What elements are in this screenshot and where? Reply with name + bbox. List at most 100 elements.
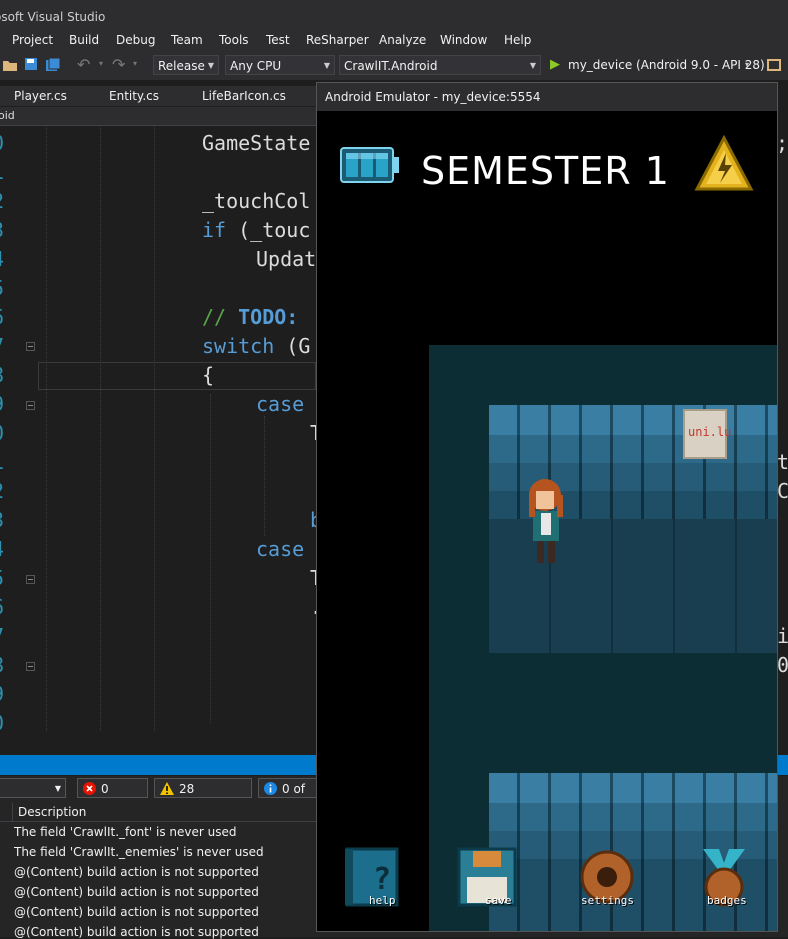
line-number: 2 bbox=[0, 189, 4, 213]
fold-toggle[interactable] bbox=[26, 401, 35, 410]
menu-window[interactable]: Window bbox=[440, 33, 487, 47]
toolbar: ↶ ▾ ↷ ▾ Release ▼ Any CPU ▼ CrawlIT.Androi… bbox=[0, 52, 788, 80]
indent-guide bbox=[46, 126, 48, 731]
messages-filter-button[interactable]: 0 of 2 bbox=[258, 778, 316, 816]
redo-icon[interactable]: ↷ bbox=[112, 55, 125, 74]
scope-select[interactable]: ▼ bbox=[0, 778, 66, 798]
menu-project[interactable]: Project bbox=[12, 33, 53, 47]
play-icon[interactable]: ▶ bbox=[550, 57, 560, 72]
document-tabs: Player.cs Entity.cs LifeBarIcon.cs bbox=[0, 86, 316, 106]
configuration-value: Release bbox=[158, 59, 205, 73]
menu-resharper[interactable]: ReSharper bbox=[306, 33, 369, 47]
navigation-bar: oid bbox=[0, 107, 316, 126]
run-dropdown-icon[interactable]: ▾ bbox=[745, 60, 749, 69]
line-number: 8 bbox=[0, 653, 4, 677]
code-line: Updat bbox=[256, 247, 317, 271]
warnings-filter-button[interactable]: 28 Warnings bbox=[154, 778, 252, 816]
line-number: 5 bbox=[0, 276, 4, 300]
tab-player[interactable]: Player.cs bbox=[14, 89, 67, 103]
error-list-row[interactable]: @(Content) build action is not supported bbox=[14, 885, 259, 899]
keyword: switch bbox=[202, 334, 275, 358]
error-list-row[interactable]: The field 'CrawlIt._enemies' is never us… bbox=[14, 845, 264, 859]
menu-build[interactable]: Build bbox=[69, 33, 99, 47]
menu-tools[interactable]: Tools bbox=[219, 33, 249, 47]
code-text: (_touc bbox=[226, 218, 311, 242]
code-line: GameState bbox=[202, 131, 311, 155]
undo-dropdown-icon[interactable]: ▾ bbox=[99, 59, 103, 68]
wall-top bbox=[489, 405, 777, 435]
warning-icon[interactable] bbox=[694, 135, 754, 193]
uni-lu-sign[interactable]: uni.lu bbox=[683, 409, 731, 459]
error-list-row[interactable]: The field 'CrawlIt._font' is never used bbox=[14, 825, 236, 839]
code-line: case bbox=[256, 392, 305, 416]
undo-icon[interactable]: ↶ bbox=[77, 55, 90, 74]
tab-lifebaricon[interactable]: LifeBarIcon.cs bbox=[202, 89, 286, 103]
fold-toggle[interactable] bbox=[26, 575, 35, 584]
save-button[interactable]: save bbox=[457, 847, 519, 909]
wall-top bbox=[489, 773, 777, 803]
settings-button[interactable]: settings bbox=[579, 847, 641, 909]
wall-bricks bbox=[489, 435, 777, 463]
line-number: 3 bbox=[0, 218, 4, 242]
code-fragment: i bbox=[777, 624, 788, 648]
errors-filter-button[interactable]: 0 Errors bbox=[77, 778, 148, 816]
badges-button[interactable]: badges bbox=[693, 847, 763, 909]
line-number: 4 bbox=[0, 247, 4, 271]
line-number: 7 bbox=[0, 624, 4, 648]
menu-analyze[interactable]: Analyze bbox=[379, 33, 426, 47]
error-list-header: Description bbox=[0, 803, 316, 822]
project-dropdown[interactable]: oid bbox=[0, 109, 15, 122]
line-number: 0 bbox=[0, 131, 4, 155]
menu-team[interactable]: Team bbox=[171, 33, 203, 47]
chevron-down-icon: ▼ bbox=[207, 61, 214, 70]
save-icon[interactable] bbox=[24, 57, 38, 73]
line-number: 0 bbox=[0, 421, 4, 445]
platform-value: Any CPU bbox=[230, 59, 282, 73]
line-number: 4 bbox=[0, 537, 4, 561]
tab-entity[interactable]: Entity.cs bbox=[109, 89, 159, 103]
player-character[interactable] bbox=[523, 477, 569, 569]
line-number: 1 bbox=[0, 160, 4, 184]
code-line: switch (G bbox=[202, 334, 310, 358]
indent-guide bbox=[100, 126, 102, 731]
save-all-icon[interactable] bbox=[45, 57, 61, 73]
run-target-button[interactable]: my_device (Android 9.0 - API 28) bbox=[568, 58, 765, 72]
platform-select[interactable]: Any CPU ▼ bbox=[225, 55, 335, 75]
line-number: 9 bbox=[0, 682, 4, 706]
error-list-row[interactable]: @(Content) build action is not supported bbox=[14, 905, 259, 919]
line-number: 3 bbox=[0, 508, 4, 532]
error-icon bbox=[83, 782, 96, 795]
svg-text:?: ? bbox=[373, 862, 391, 897]
startup-project-select[interactable]: CrawlIT.Android ▼ bbox=[339, 55, 541, 75]
current-line-highlight bbox=[38, 362, 316, 390]
line-number: 1 bbox=[0, 450, 4, 474]
column-divider bbox=[12, 803, 13, 821]
chevron-down-icon: ▼ bbox=[323, 61, 330, 70]
menu-debug[interactable]: Debug bbox=[116, 33, 155, 47]
window-title: osoft Visual Studio bbox=[0, 10, 106, 24]
redo-dropdown-icon[interactable]: ▾ bbox=[133, 59, 137, 68]
error-list-row[interactable]: @(Content) build action is not supported bbox=[14, 865, 259, 879]
fold-toggle[interactable] bbox=[26, 662, 35, 671]
line-number: 2 bbox=[0, 479, 4, 503]
configuration-select[interactable]: Release ▼ bbox=[153, 55, 219, 75]
startup-project-value: CrawlIT.Android bbox=[344, 59, 438, 73]
code-line: // TODO: bbox=[202, 305, 298, 329]
battery-icon bbox=[340, 147, 399, 183]
game-screen[interactable]: SEMESTER 1 uni.lu ? help save settings b… bbox=[317, 111, 777, 931]
code-line: _touchCol bbox=[202, 189, 311, 213]
emulator-title-bar[interactable]: Android Emulator - my_device:5554 bbox=[317, 83, 777, 111]
menu-test[interactable]: Test bbox=[266, 33, 290, 47]
indent-guide bbox=[264, 416, 266, 536]
solution-explorer-icon[interactable] bbox=[766, 57, 782, 73]
code-line: if (_touc bbox=[202, 218, 310, 242]
indent-guide bbox=[154, 126, 156, 731]
line-number: 7 bbox=[0, 334, 4, 358]
help-label: help bbox=[369, 894, 396, 907]
menu-help[interactable]: Help bbox=[504, 33, 531, 47]
open-folder-icon[interactable] bbox=[2, 57, 18, 73]
save-label: save bbox=[485, 894, 512, 907]
help-button[interactable]: ? help bbox=[341, 847, 403, 909]
fold-toggle[interactable] bbox=[26, 342, 35, 351]
column-description[interactable]: Description bbox=[18, 805, 86, 819]
